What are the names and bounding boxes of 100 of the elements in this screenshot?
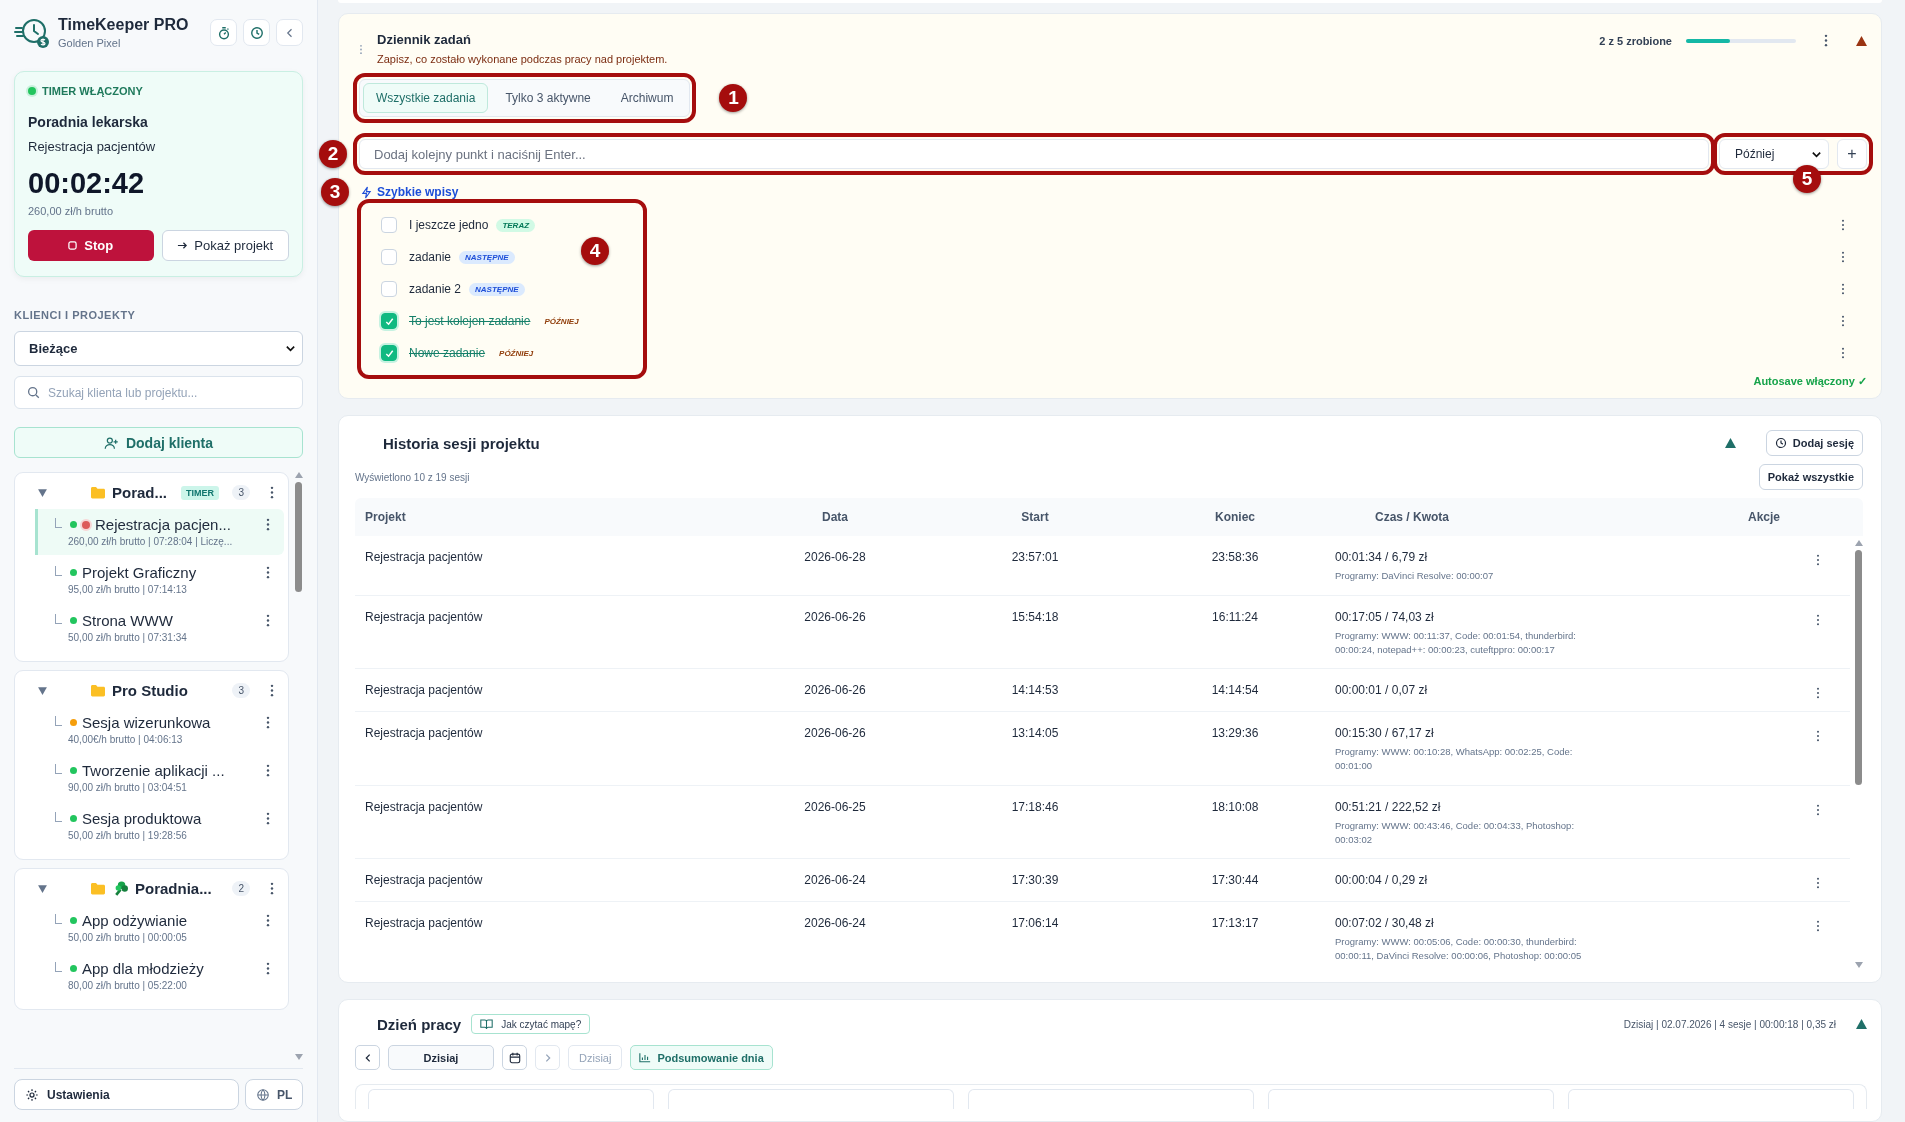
collapse-icon[interactable] (1724, 438, 1736, 448)
table-cell: 16:11:24 (1212, 609, 1258, 624)
more-menu-icon[interactable] (1841, 315, 1845, 327)
panel-title: Historia sesji projektu (383, 434, 540, 452)
priority-tag: NASTĘPNE (459, 250, 515, 264)
checkbox[interactable] (381, 345, 397, 361)
programs-note: Programy: WWW: 00:43:46, Code: 00:04:33, Photoshop: 00:03:02 (1335, 818, 1576, 847)
client-name[interactable]: Pro Studio (112, 682, 188, 699)
more-menu-icon[interactable] (266, 812, 270, 825)
branch-line (55, 913, 62, 924)
table-cell: Rejestracja pacjentów (365, 609, 483, 624)
project-item[interactable]: Tworzenie aplikacji ... 90,00 zł/h brutto | 03:04:51 (35, 755, 284, 801)
table-cell: 2026-06-26 (804, 609, 866, 624)
day-summary-button[interactable]: Podsumowanie dnia (630, 1045, 773, 1070)
stopwatch-button[interactable] (210, 19, 237, 46)
table-cell: 14:14:53 (1011, 683, 1059, 698)
more-menu-icon[interactable] (1824, 34, 1828, 47)
settings-button[interactable]: Ustawienia (14, 1079, 239, 1110)
calendar-button[interactable] (502, 1045, 527, 1070)
date-button[interactable]: Dzisiaj (388, 1045, 494, 1070)
show-project-button[interactable]: Pokaż projekt (161, 230, 289, 261)
priority-tag: TERAZ (496, 218, 536, 232)
quick-entries-link[interactable]: Szybkie wpisy (377, 185, 459, 199)
expand-caret-icon[interactable] (37, 487, 48, 498)
table-cell-text: 00:00:01 / 0,07 zł (1335, 683, 1429, 699)
more-menu-icon[interactable] (1816, 920, 1820, 933)
more-menu-icon[interactable] (266, 518, 270, 531)
more-menu-icon[interactable] (266, 614, 270, 627)
expand-caret-icon[interactable] (37, 883, 48, 894)
table-cell: 17:13:17 (1211, 916, 1259, 931)
project-item[interactable]: Sesja wizerunkowa 40,00€/h brutto | 04:06:13 (35, 707, 284, 753)
more-menu-icon[interactable] (266, 914, 270, 927)
drag-handle-icon[interactable] (359, 44, 363, 55)
collapse-icon[interactable] (1856, 1019, 1867, 1029)
table-cell: 2026-06-28 (804, 550, 866, 564)
filter-select[interactable]: Bieżące (14, 331, 303, 366)
filter-tab[interactable]: Wszystkie zadania (363, 83, 489, 113)
more-menu-icon[interactable] (1816, 877, 1820, 890)
table-cell: 17:30:39 (1011, 873, 1059, 888)
project-item[interactable]: App dla młodzieży 80,00 zł/h brutto | 05:22:00 (35, 953, 284, 999)
more-menu-icon[interactable] (1816, 730, 1820, 743)
folder-icon (90, 684, 106, 697)
project-item[interactable]: Projekt Graficzny 95,00 zł/h brutto | 07:14:13 (35, 557, 284, 603)
arrow-right-icon (177, 240, 189, 251)
column-header: Czas / Kwota (1374, 510, 1450, 524)
filter-tab[interactable]: Archiwum (607, 83, 687, 113)
checkbox[interactable] (381, 217, 397, 233)
add-client-button[interactable]: Dodaj klienta (14, 427, 303, 458)
more-menu-icon[interactable] (270, 882, 274, 895)
previous-day-button[interactable] (355, 1045, 380, 1070)
clock-logo-icon (14, 16, 50, 49)
stop-button[interactable]: Stop (28, 230, 154, 261)
more-menu-icon[interactable] (266, 716, 270, 729)
priority-select[interactable]: Później (1719, 139, 1829, 169)
table-cell-text: 00:00:04 / 0,29 zł (1335, 873, 1429, 889)
table-cell: Rejestracja pacjentów (365, 873, 483, 888)
session-count: Wyświetlono 10 z 19 sesji (355, 471, 470, 483)
collapse-icon[interactable] (1856, 35, 1867, 46)
table-cell: 13:14:05 (1011, 726, 1059, 741)
more-menu-icon[interactable] (1841, 347, 1845, 359)
table-cell-text: 00:51:21 / 222,52 zł (1335, 799, 1442, 815)
project-item[interactable]: Rejestracja pacjen... 260,00 zł/h brutto | 07:28:04 | Liczę... (35, 509, 284, 555)
checkbox[interactable] (381, 281, 397, 297)
checkbox[interactable] (381, 249, 397, 265)
add-task-button[interactable]: + (1837, 139, 1867, 169)
panel-subtitle: Zapisz, co zostało wykonane podczas pracy nad projektem. (377, 53, 669, 65)
more-menu-icon[interactable] (1841, 219, 1845, 231)
scrollbar[interactable] (1854, 540, 1863, 968)
day-summary: Dzisiaj | 02.07.2026 | 4 sesje | 00:00:18 | 0,35 zł (1623, 1018, 1836, 1030)
language-button[interactable]: PL (245, 1079, 303, 1110)
more-menu-icon[interactable] (1816, 803, 1820, 816)
help-button[interactable]: Jak czytać mapę? (471, 1014, 591, 1034)
client-name[interactable]: Poradnia... (135, 880, 212, 897)
client-name[interactable]: Porad... (112, 484, 167, 501)
column-header: Projekt (364, 510, 407, 524)
project-item[interactable]: App odżywianie 50,00 zł/h brutto | 00:00:05 (35, 905, 284, 951)
more-menu-icon[interactable] (1816, 554, 1820, 566)
filter-tab[interactable]: Tylko 3 aktywne (492, 83, 604, 113)
more-menu-icon[interactable] (266, 962, 270, 975)
more-menu-icon[interactable] (270, 684, 274, 697)
project-name: Rejestracja pacjentów (28, 139, 157, 154)
more-menu-icon[interactable] (1816, 613, 1820, 626)
more-menu-icon[interactable] (1816, 687, 1820, 700)
add-session-button[interactable]: Dodaj sesję (1765, 430, 1863, 456)
show-all-button[interactable]: Pokaż wszystkie (1758, 464, 1863, 490)
more-menu-icon[interactable] (266, 566, 270, 579)
workspace-name: Golden Pixel (58, 37, 122, 49)
project-item[interactable]: Sesja produktowa 50,00 zł/h brutto | 19:28:56 (35, 803, 284, 849)
table-cell: 15:54:18 (1011, 609, 1059, 624)
project-item[interactable]: Strona WWW 50,00 zł/h brutto | 07:31:34 (35, 605, 284, 651)
more-menu-icon[interactable] (266, 764, 270, 777)
project-count: 3 (232, 485, 250, 500)
more-menu-icon[interactable] (1841, 283, 1845, 295)
scrollbar[interactable] (294, 472, 303, 1060)
search-field[interactable]: Szukaj klienta lub projektu... (14, 376, 303, 409)
history-button[interactable] (243, 19, 270, 46)
more-menu-icon[interactable] (270, 486, 274, 499)
checkbox[interactable] (381, 313, 397, 329)
more-menu-icon[interactable] (1841, 251, 1845, 263)
expand-caret-icon[interactable] (37, 685, 48, 696)
